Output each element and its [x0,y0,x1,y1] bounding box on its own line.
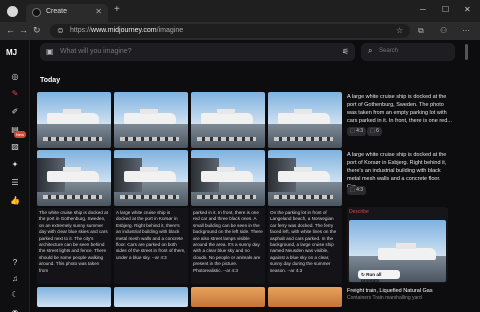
generated-image[interactable] [114,287,188,307]
site-info-icon[interactable]: ⊜ [57,26,64,35]
close-tab-icon[interactable]: ✕ [95,7,102,16]
tab-title: Create [46,8,68,15]
aspect-ratio-badge: ⬚ 4:3 [347,127,367,136]
generated-image[interactable] [191,150,265,206]
gallery-icon[interactable]: ▨ [9,140,21,152]
run-all-prompts-button[interactable]: ↻ Run all prompts [358,270,400,283]
search-bar[interactable]: ⌕ Search [361,43,455,61]
generated-image[interactable] [191,287,265,307]
chat-icon[interactable]: ☰ [9,176,21,188]
edit-icon[interactable]: ✐ [9,105,21,117]
minimize-icon[interactable]: ─ [420,5,426,14]
forward-icon[interactable]: → [19,25,28,35]
menu-icon[interactable]: ⋯ [462,26,470,35]
generated-image[interactable] [268,150,342,206]
job-prompt-text[interactable]: A large white cruise ship is docked at t… [347,151,455,191]
generated-image[interactable] [191,92,265,148]
job-prompt-text[interactable]: A large white cruise ship is docked at t… [347,93,455,125]
describe-tag: Describe [349,209,369,215]
job-title[interactable]: Freight train, Liquefied Natural Gas [347,287,455,295]
prompt-caption: The white cruise ship is docked at the p… [37,208,111,284]
personalize-icon[interactable]: ✦ [9,158,21,170]
generated-image[interactable] [268,92,342,148]
close-window-icon[interactable]: ✕ [464,5,471,14]
search-input[interactable]: Search [379,48,398,54]
prompt-input[interactable]: What will you imagine? [60,48,132,55]
create-icon[interactable]: ✎ [9,87,21,99]
generated-image[interactable] [37,150,111,206]
dark-mode-moon-icon[interactable]: ☾ [9,288,21,300]
browser-window: Create ✕ + ─ ☐ ✕ ← → ↻ ⊜ https://www.mid… [0,0,480,312]
midjourney-favicon-icon [32,8,41,17]
likes-thumb-icon[interactable]: 👍 [9,194,21,206]
star-icon[interactable]: ☆ [396,26,403,35]
prompt-caption: A large white cruise ship is docked at t… [114,208,188,284]
profile-avatar-icon[interactable]: ◉ [9,306,21,312]
prompt-caption: On the parking lot in front of Langeland… [268,208,342,284]
section-heading: Today [40,77,61,84]
generated-image[interactable] [114,150,188,206]
sidebar: MJ ◎ ✎ ✐ ▤ New ▨ ✦ ☰ 👍 ? ♫ ☾ ◉ [0,40,30,312]
prompt-bar[interactable]: ▣ What will you imagine? ⚟ [40,43,355,61]
url-text: https://www.midjourney.com/imagine [70,27,184,34]
new-tab-icon[interactable]: + [114,4,120,15]
reload-icon[interactable]: ↻ [33,25,41,36]
new-badge: New [14,131,27,138]
notifications-icon[interactable]: ♫ [9,272,21,284]
tab-create[interactable]: Create ✕ [26,4,108,22]
prompt-caption: parked in it. In front, there is one red… [191,208,265,284]
job-subtitle: Containers Train marshalling yard [347,295,422,301]
search-icon: ⌕ [368,46,373,55]
image-upload-icon[interactable]: ▣ [46,47,54,56]
aspect-ratio-badge: ⬚ 4:3 [347,186,367,195]
help-icon[interactable]: ? [9,256,21,268]
version-badge: ⬚ 6 [367,127,382,136]
profile-icon[interactable] [7,6,18,17]
url-field[interactable]: ⊜ https://www.midjourney.com/imagine [50,24,410,38]
back-icon[interactable]: ← [6,25,15,35]
tab-bar: Create ✕ + ─ ☐ ✕ [0,0,480,22]
midjourney-logo[interactable]: MJ [6,48,17,57]
extensions-icon[interactable]: ⚇ [440,26,447,35]
settings-sliders-icon[interactable]: ⚟ [342,47,349,56]
address-bar: ← → ↻ ⊜ https://www.midjourney.com/imagi… [0,22,480,40]
explore-compass-icon[interactable]: ◎ [9,70,21,82]
maximize-icon[interactable]: ☐ [442,5,449,14]
generated-image[interactable] [37,92,111,148]
generated-image[interactable] [268,287,342,307]
scrollbar[interactable] [465,44,468,60]
generated-image[interactable] [114,92,188,148]
collections-icon[interactable]: ⧉ [418,26,424,36]
generated-image[interactable] [37,287,111,307]
